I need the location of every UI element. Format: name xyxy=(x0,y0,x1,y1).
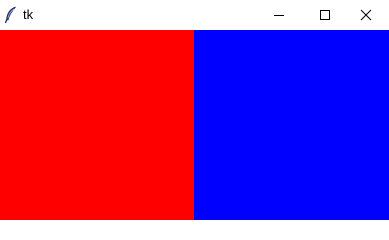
red-frame xyxy=(0,30,194,220)
blue-frame xyxy=(194,30,389,220)
feather-icon[interactable] xyxy=(4,6,18,24)
title-bar[interactable]: tk xyxy=(0,0,389,30)
close-icon xyxy=(360,9,372,21)
maximize-button[interactable] xyxy=(302,0,348,30)
close-button[interactable] xyxy=(343,0,389,30)
tk-window: tk xyxy=(0,0,389,220)
maximize-icon xyxy=(319,9,331,21)
window-content xyxy=(0,30,389,220)
minimize-icon xyxy=(273,9,285,21)
window-title: tk xyxy=(23,7,34,22)
minimize-button[interactable] xyxy=(256,0,302,30)
